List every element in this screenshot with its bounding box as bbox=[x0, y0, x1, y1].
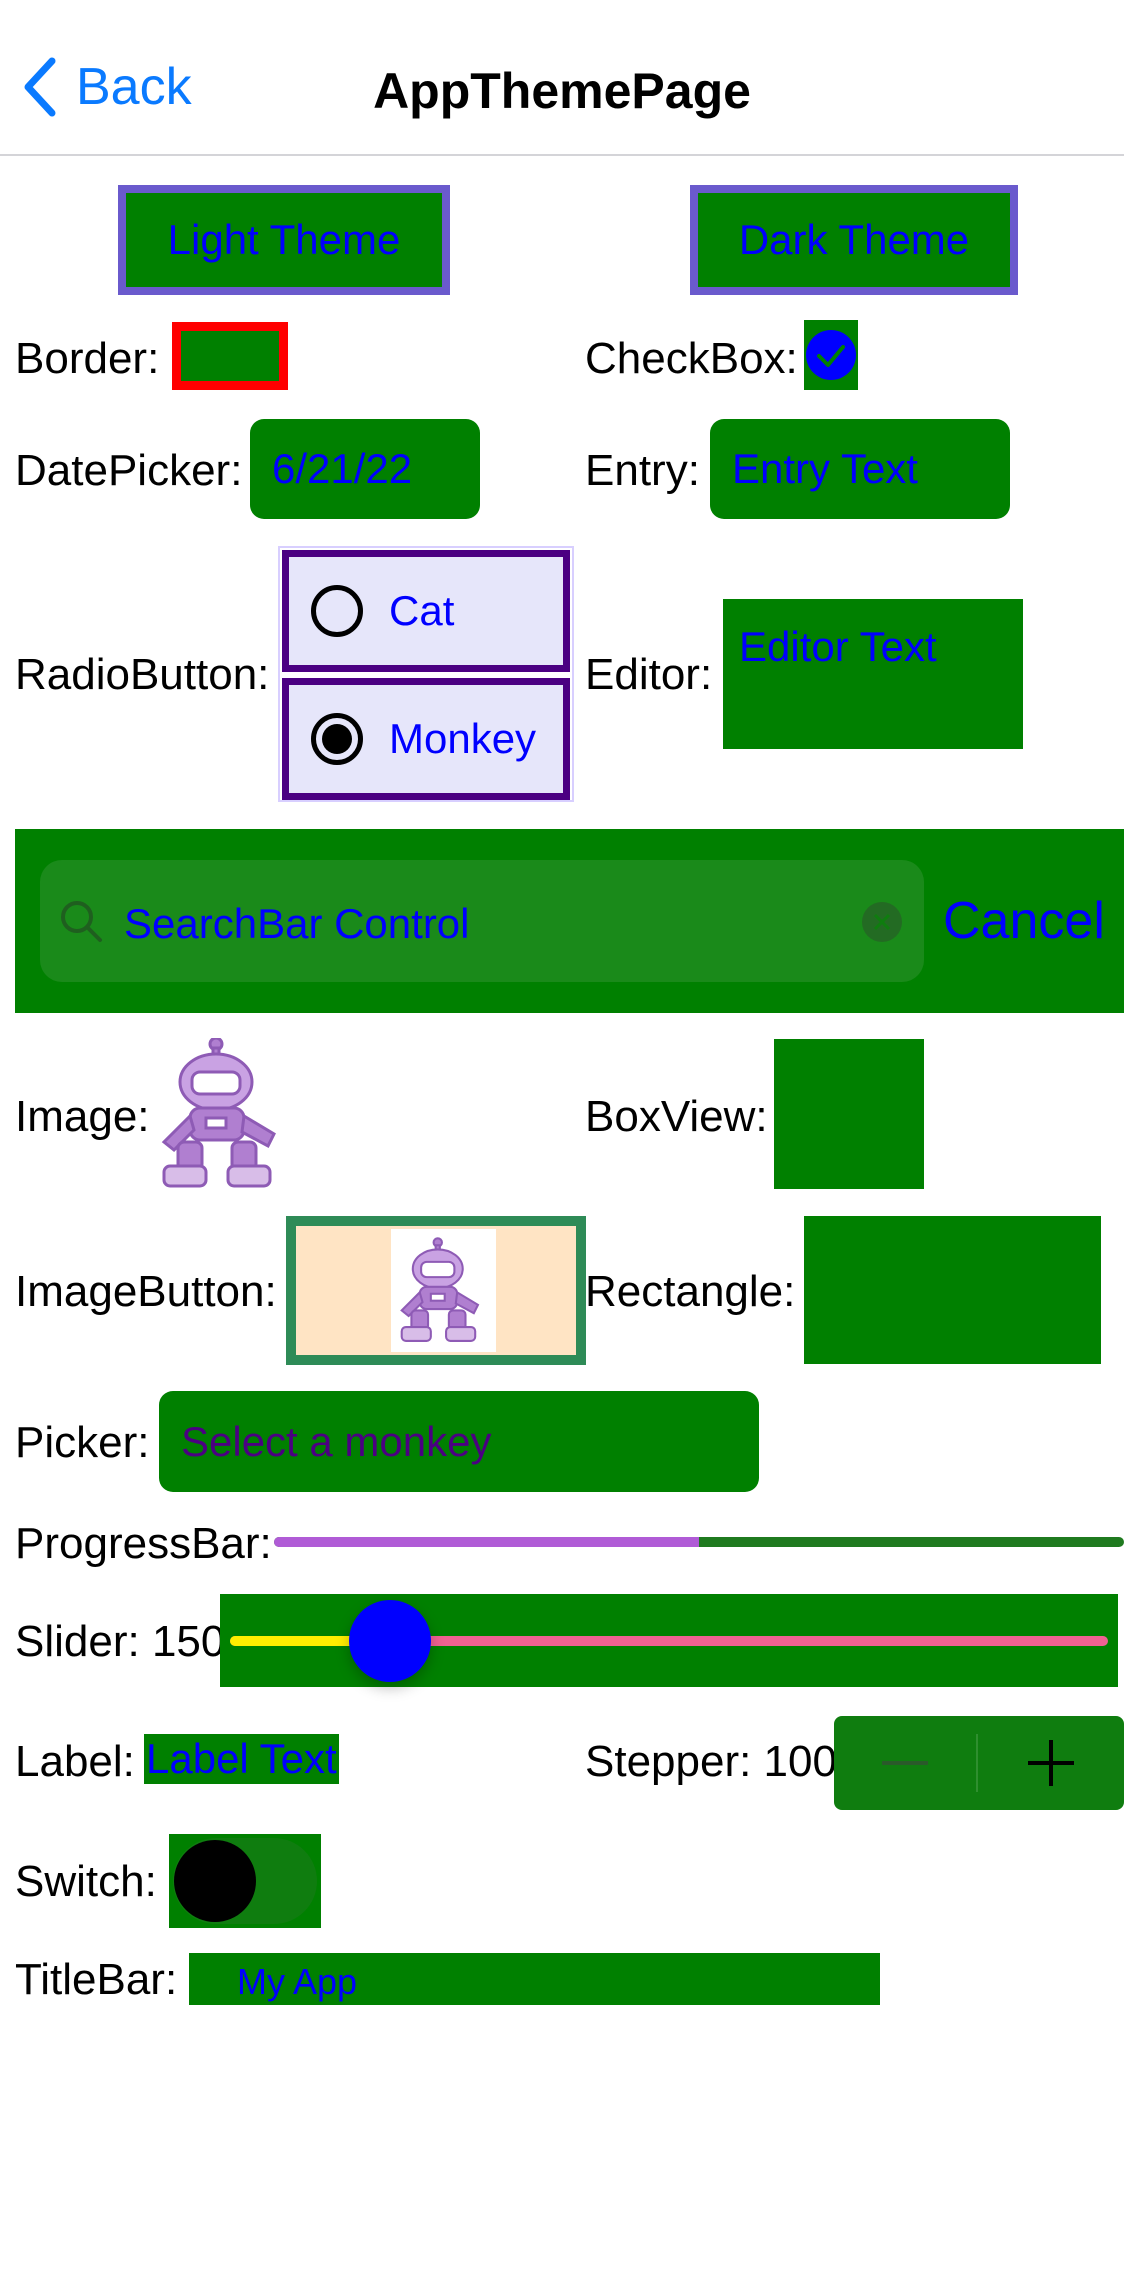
clear-icon[interactable] bbox=[861, 901, 903, 943]
robot-image bbox=[161, 1038, 276, 1188]
searchbar: SearchBar Control Cancel bbox=[15, 829, 1124, 1013]
progress-bar bbox=[274, 1537, 1124, 1547]
border-control bbox=[172, 322, 288, 390]
picker[interactable]: Select a monkey bbox=[159, 1391, 759, 1492]
search-input[interactable]: SearchBar Control bbox=[40, 860, 924, 982]
slider-label: Slider: 150 bbox=[15, 1617, 226, 1666]
boxview bbox=[774, 1039, 924, 1189]
entry-label: Entry: bbox=[585, 446, 700, 495]
entry-field[interactable]: Entry Text bbox=[710, 419, 1010, 519]
picker-label: Picker: bbox=[15, 1418, 150, 1467]
checkbox[interactable] bbox=[804, 320, 858, 390]
radio-option-cat[interactable]: Cat bbox=[282, 550, 570, 672]
plus-icon bbox=[1028, 1740, 1074, 1786]
switch-label: Switch: bbox=[15, 1857, 157, 1906]
editor-label: Editor: bbox=[585, 650, 713, 699]
robot-image bbox=[400, 1237, 480, 1342]
image-button[interactable] bbox=[286, 1216, 586, 1365]
radio-option-monkey[interactable]: Monkey bbox=[282, 678, 570, 800]
titlebar: My App bbox=[189, 1953, 880, 2005]
light-theme-button[interactable]: Light Theme bbox=[118, 185, 450, 295]
slider[interactable] bbox=[220, 1594, 1118, 1687]
minus-icon bbox=[882, 1761, 928, 1765]
radio-checked-icon bbox=[311, 713, 363, 765]
border-label: Border: bbox=[15, 334, 160, 383]
switch[interactable] bbox=[169, 1834, 321, 1928]
stepper-label: Stepper: 100 bbox=[585, 1737, 837, 1786]
checkmark-icon bbox=[806, 330, 856, 380]
search-cancel-button[interactable]: Cancel bbox=[943, 891, 1105, 951]
stepper bbox=[834, 1716, 1124, 1810]
boxview-label: BoxView: bbox=[585, 1092, 768, 1141]
stepper-decrement-button[interactable] bbox=[834, 1716, 976, 1810]
titlebar-label: TitleBar: bbox=[15, 1955, 178, 2004]
progressbar-label: ProgressBar: bbox=[15, 1519, 272, 1568]
stepper-increment-button[interactable] bbox=[978, 1716, 1124, 1810]
rectangle-label: Rectangle: bbox=[585, 1267, 796, 1316]
switch-thumb bbox=[174, 1840, 256, 1922]
dark-theme-button[interactable]: Dark Theme bbox=[690, 185, 1018, 295]
label-label: Label: bbox=[15, 1737, 135, 1786]
radio-unchecked-icon bbox=[311, 585, 363, 637]
page-title: AppThemePage bbox=[373, 63, 751, 119]
radio-option-label: Cat bbox=[389, 587, 455, 634]
editor-field[interactable]: Editor Text bbox=[723, 599, 1023, 749]
rectangle-shape bbox=[804, 1216, 1101, 1364]
checkbox-label: CheckBox: bbox=[585, 334, 798, 383]
label-control: Label Text bbox=[144, 1734, 339, 1784]
search-text: SearchBar Control bbox=[124, 900, 470, 947]
datepicker-label: DatePicker: bbox=[15, 446, 243, 495]
radiobutton-label: RadioButton: bbox=[15, 650, 270, 699]
titlebar-title: My App bbox=[237, 1961, 358, 2002]
search-icon bbox=[61, 901, 102, 942]
imagebutton-label: ImageButton: bbox=[15, 1267, 277, 1316]
radio-option-label: Monkey bbox=[389, 715, 537, 762]
datepicker[interactable]: 6/21/22 bbox=[250, 419, 480, 519]
slider-thumb[interactable] bbox=[348, 1600, 431, 1682]
progress-fill bbox=[274, 1537, 699, 1547]
navigation-bar: Back AppThemePage bbox=[0, 0, 1124, 156]
image-label: Image: bbox=[15, 1092, 150, 1141]
